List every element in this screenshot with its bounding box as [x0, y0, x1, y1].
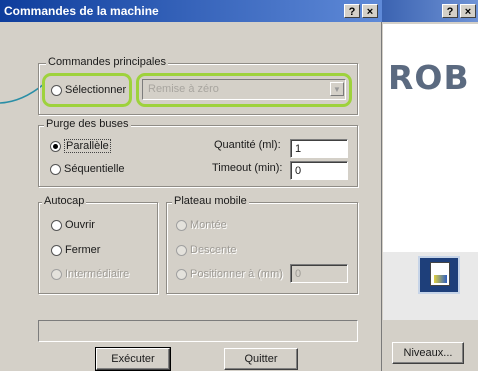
- parallel-radio-button[interactable]: [50, 140, 61, 152]
- sequential-radio-button[interactable]: [50, 163, 61, 175]
- command-combo-value: Remise à zéro: [148, 83, 219, 95]
- timeout-input[interactable]: 0: [290, 161, 348, 180]
- parallel-radio[interactable]: Parallèle: [50, 139, 111, 154]
- chevron-down-icon[interactable]: ▼: [330, 82, 344, 96]
- help-button[interactable]: ?: [344, 4, 360, 18]
- intermediate-radio-button[interactable]: [51, 268, 62, 280]
- position-radio-button[interactable]: [176, 268, 187, 280]
- position-input[interactable]: 0: [290, 264, 348, 283]
- parallel-radio-label: Parallèle: [64, 139, 111, 154]
- down-radio[interactable]: Descente: [176, 244, 236, 256]
- intermediate-radio-label: Intermédiaire: [65, 268, 130, 281]
- close-radio-label: Fermer: [65, 244, 101, 257]
- down-radio-button[interactable]: [176, 244, 187, 256]
- quantity-input[interactable]: 1: [290, 139, 348, 158]
- background-help-button[interactable]: ?: [442, 4, 458, 18]
- autocap-legend: Autocap: [42, 195, 87, 207]
- status-bar: [38, 320, 358, 342]
- open-radio-button[interactable]: [51, 219, 62, 231]
- position-radio[interactable]: Positionner à (mm): [176, 268, 283, 280]
- close-radio[interactable]: Fermer: [51, 244, 100, 256]
- close-button[interactable]: ×: [362, 4, 378, 18]
- sequential-radio[interactable]: Séquentielle: [50, 163, 125, 175]
- quit-button[interactable]: Quitter: [224, 348, 298, 370]
- intermediate-radio[interactable]: Intermédiaire: [51, 268, 129, 280]
- select-radio-label: Sélectionner: [65, 84, 127, 97]
- select-radio-button[interactable]: [51, 84, 62, 96]
- timeout-label: Timeout (min):: [212, 162, 283, 174]
- main-commands-legend: Commandes principales: [46, 56, 168, 68]
- background-close-button[interactable]: ×: [460, 4, 476, 18]
- open-radio-label: Ouvrir: [65, 219, 95, 232]
- command-combo[interactable]: Remise à zéro: [142, 79, 346, 100]
- open-radio[interactable]: Ouvrir: [51, 219, 95, 231]
- levels-button[interactable]: Niveaux...: [392, 342, 464, 364]
- nozzle-purge-legend: Purge des buses: [44, 118, 131, 130]
- select-radio[interactable]: Sélectionner: [51, 84, 126, 96]
- position-radio-label: Positionner à (mm): [190, 268, 283, 281]
- down-radio-label: Descente: [190, 244, 237, 257]
- up-radio[interactable]: Montée: [176, 219, 227, 231]
- close-radio-button[interactable]: [51, 244, 62, 256]
- execute-button[interactable]: Exécuter: [95, 347, 171, 371]
- dialog-title: Commandes de la machine: [4, 4, 159, 18]
- quantity-label: Quantité (ml):: [214, 139, 281, 151]
- sequential-radio-label: Séquentielle: [64, 163, 125, 176]
- mobile-plate-legend: Plateau mobile: [172, 195, 249, 207]
- background-logo: ROB: [388, 58, 470, 97]
- document-icon: [430, 262, 450, 286]
- up-radio-button[interactable]: [176, 219, 187, 231]
- up-radio-label: Montée: [190, 219, 227, 232]
